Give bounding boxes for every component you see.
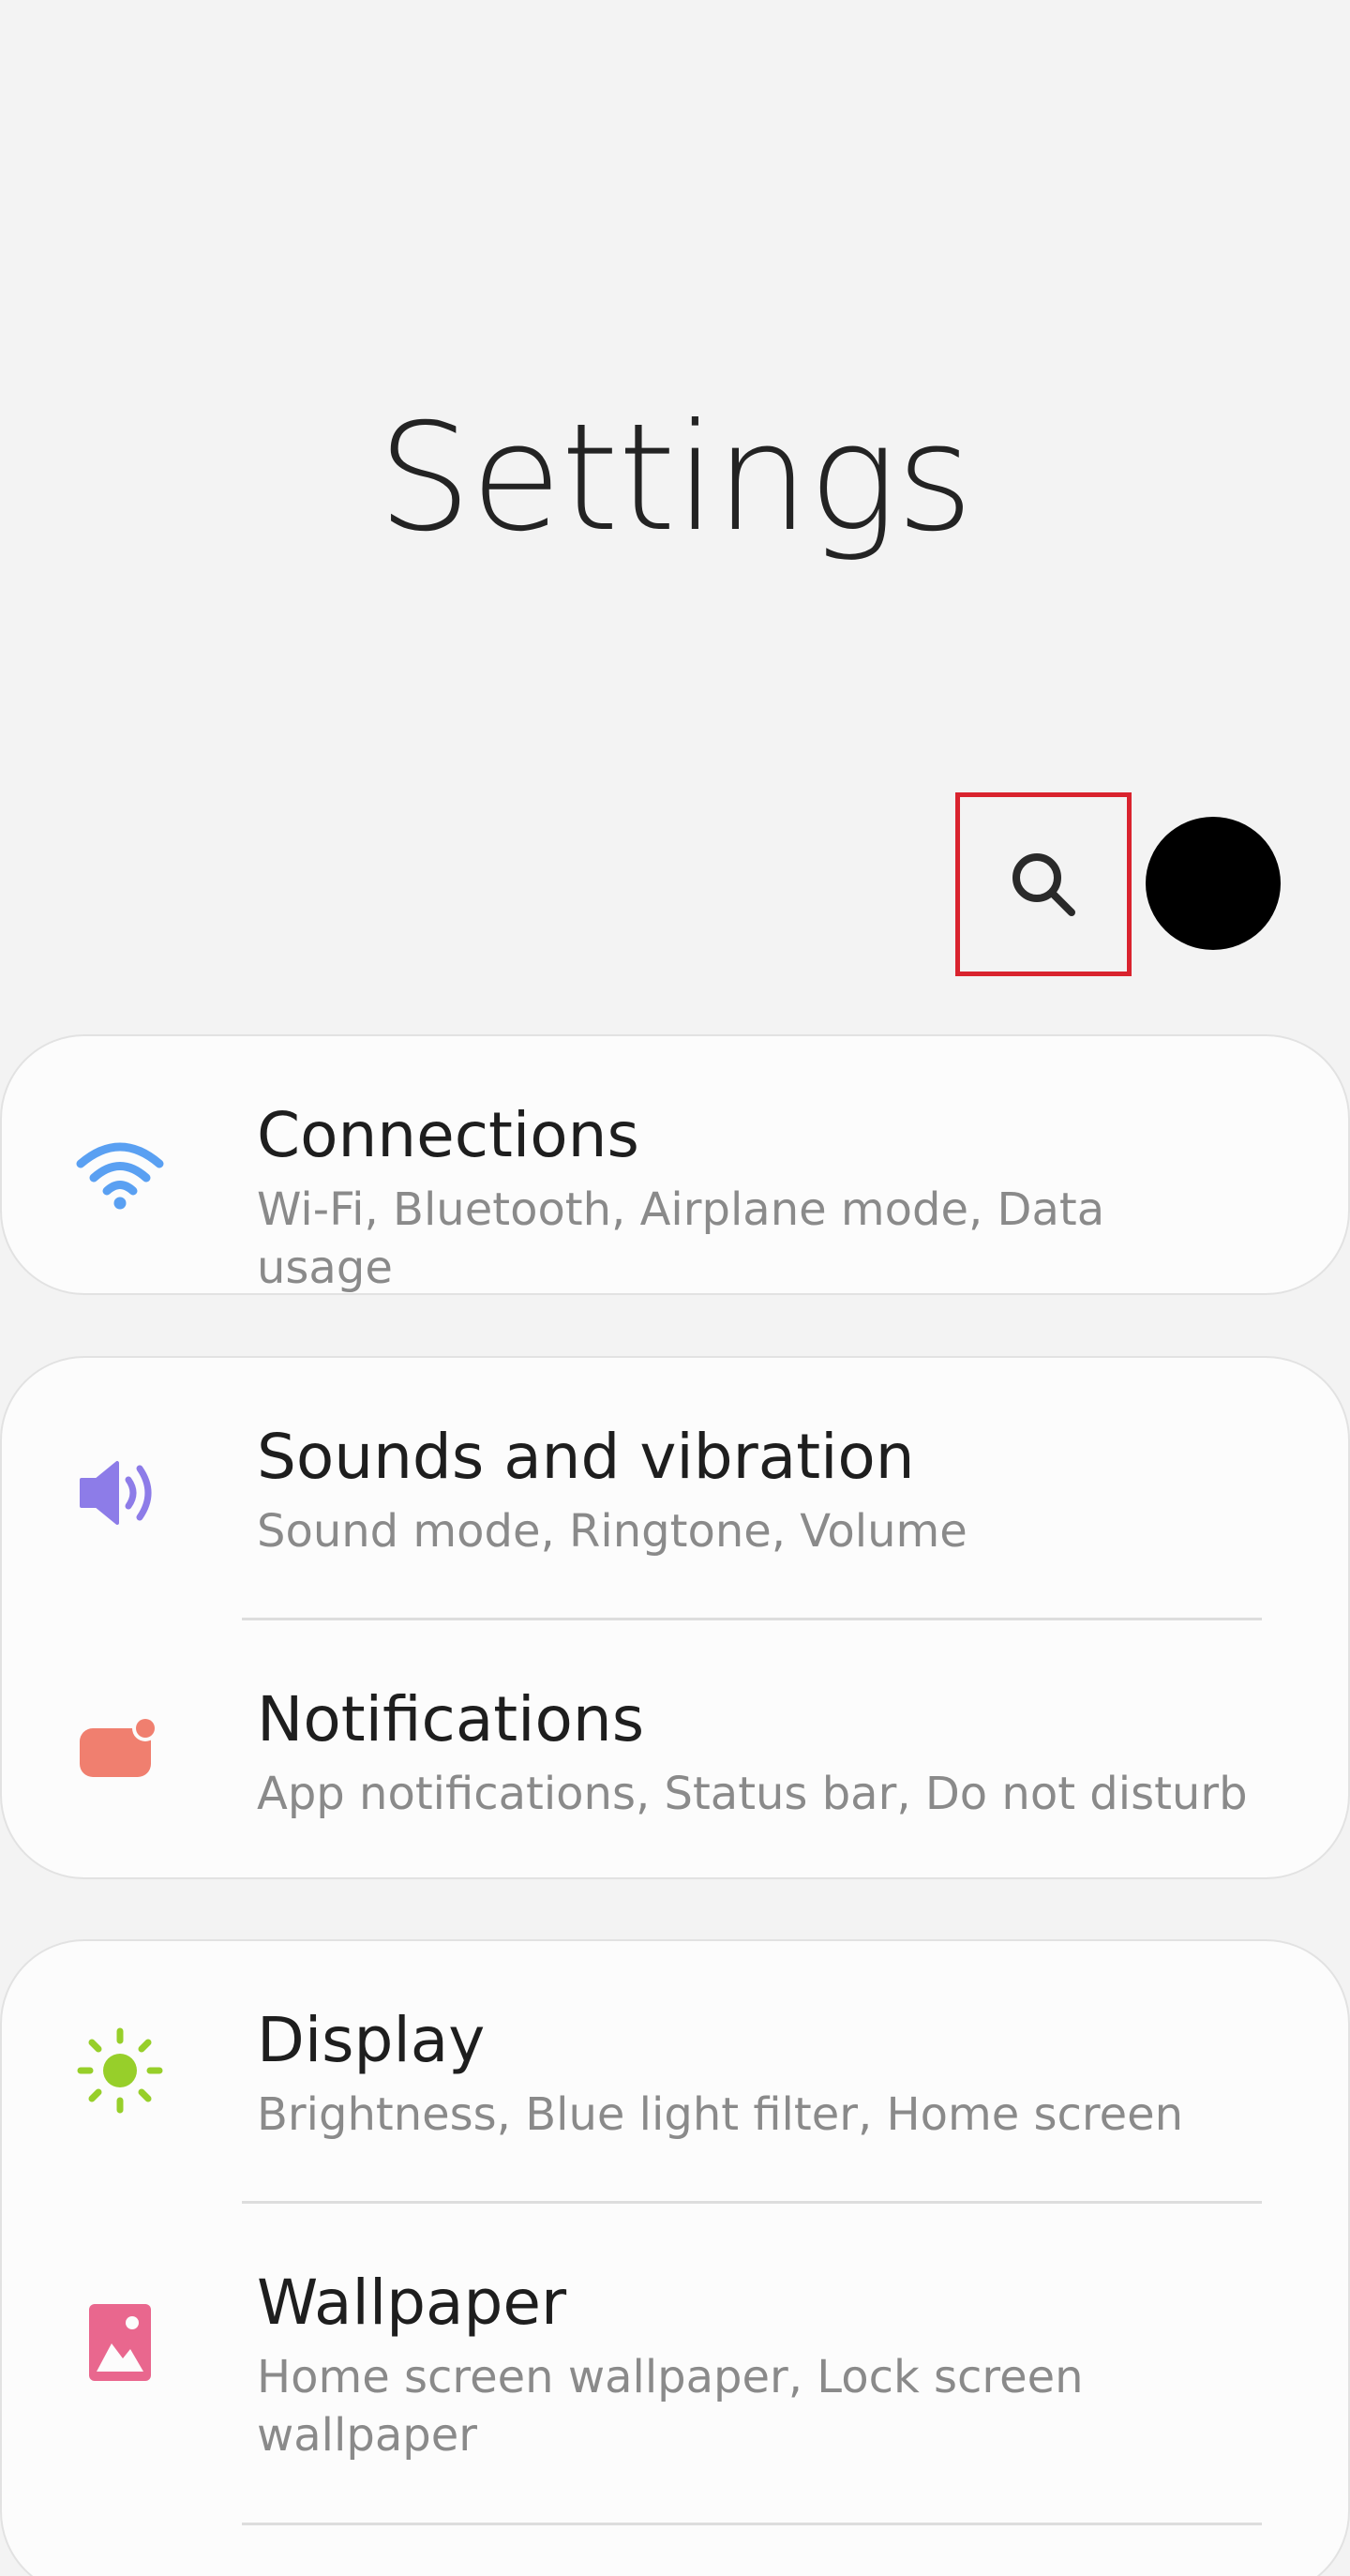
settings-item-sounds[interactable]: Sounds and vibration Sound mode, Rington… — [2, 1358, 1348, 1620]
page-title: Settings — [377, 392, 974, 565]
settings-group-sounds: Sounds and vibration Sound mode, Rington… — [0, 1356, 1350, 1879]
notification-icon — [75, 1703, 165, 1793]
settings-item-description: Sound mode, Ringtone, Volume — [257, 1505, 968, 1558]
settings-item-display[interactable]: Display Brightness, Blue light filter, H… — [2, 1941, 1348, 2204]
settings-item-connections[interactable]: Connections Wi-Fi, Bluetooth, Airplane m… — [2, 1036, 1348, 1294]
settings-screen: Settings Connections Wi-Fi, Bluetooth, A… — [0, 0, 1350, 2576]
wallpaper-icon — [75, 2297, 165, 2388]
profile-avatar[interactable] — [1146, 817, 1281, 950]
settings-item-label: Notifications — [257, 1683, 645, 1755]
settings-item-label: Sounds and vibration — [257, 1421, 915, 1493]
settings-item-label: Connections — [257, 1099, 639, 1171]
settings-item-wallpaper[interactable]: Wallpaper Home screen wallpaper, Lock sc… — [2, 2204, 1348, 2523]
sun-icon — [75, 2026, 165, 2116]
search-button[interactable] — [955, 792, 1132, 976]
divider — [242, 2523, 1262, 2525]
search-icon — [1012, 853, 1075, 916]
settings-item-description: App notifications, Status bar, Do not di… — [257, 1768, 1248, 1820]
settings-item-label: Display — [257, 2004, 486, 2076]
speaker-icon — [75, 1448, 165, 1538]
settings-group-connections: Connections Wi-Fi, Bluetooth, Airplane m… — [0, 1034, 1350, 1295]
settings-item-description: Home screen wallpaper, Lock screen wallp… — [257, 2351, 1084, 2462]
settings-item-label: Wallpaper — [257, 2267, 567, 2339]
settings-item-description: Wi-Fi, Bluetooth, Airplane mode, Data us… — [257, 1183, 1105, 1294]
settings-item-notifications[interactable]: Notifications App notifications, Status … — [2, 1620, 1348, 1877]
settings-item-description: Brightness, Blue light filter, Home scre… — [257, 2088, 1184, 2141]
wifi-icon — [75, 1128, 165, 1218]
settings-group-display: Display Brightness, Blue light filter, H… — [0, 1939, 1350, 2576]
